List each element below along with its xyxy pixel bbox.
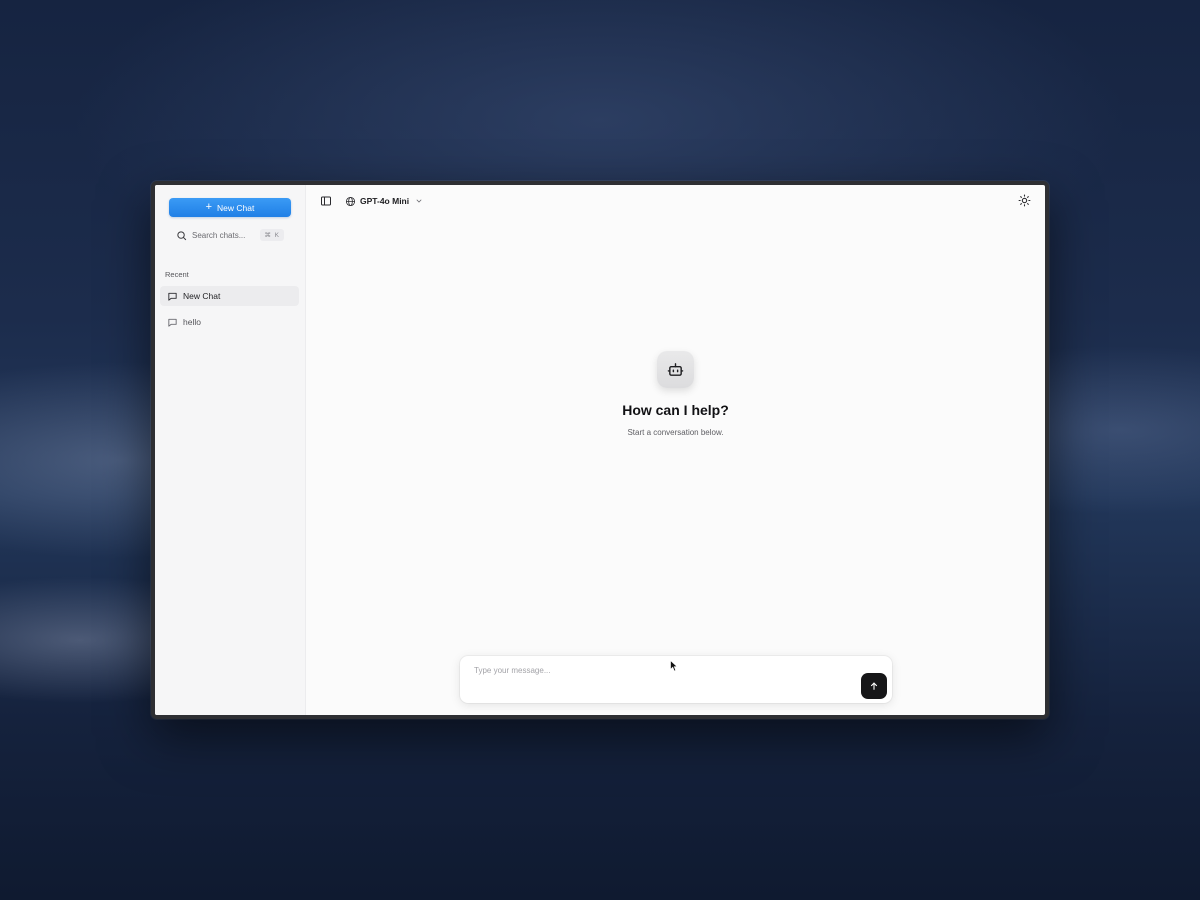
send-button[interactable] [861, 673, 887, 699]
globe-icon [345, 196, 356, 206]
app-window: + New Chat Search chats... ⌘ K Recent Ne… [151, 181, 1049, 719]
sun-icon[interactable] [1018, 194, 1031, 207]
sidebar-toggle-icon[interactable] [320, 195, 332, 207]
model-name: GPT-4o Mini [360, 196, 410, 206]
mouse-cursor-icon [670, 660, 678, 672]
main-panel: GPT-4o Mini How can I help? Start a conv… [306, 185, 1045, 715]
sidebar-item-label: hello [183, 317, 201, 327]
model-selector[interactable]: GPT-4o Mini [345, 193, 423, 209]
chevron-down-icon [416, 199, 422, 203]
chat-app: + New Chat Search chats... ⌘ K Recent Ne… [155, 185, 1045, 715]
message-icon [168, 318, 177, 327]
sidebar-item-new-chat[interactable]: New Chat [160, 286, 299, 306]
search-icon [177, 230, 187, 240]
search-placeholder: Search chats... [192, 230, 246, 240]
hero-title: How can I help? [622, 402, 729, 418]
sidebar-item-label: New Chat [183, 291, 221, 301]
search-chats[interactable]: Search chats... ⌘ K [169, 225, 291, 245]
new-chat-label: New Chat [217, 202, 255, 213]
desktop-background: + New Chat Search chats... ⌘ K Recent Ne… [0, 0, 1200, 900]
bot-icon [667, 363, 684, 376]
message-icon [168, 292, 177, 301]
arrow-up-icon [870, 682, 878, 690]
hero-subtitle: Start a conversation below. [627, 428, 724, 437]
search-shortcut: ⌘ K [260, 229, 284, 241]
recent-section-label: Recent [165, 270, 189, 279]
empty-state: How can I help? Start a conversation bel… [306, 351, 1045, 437]
new-chat-button[interactable]: + New Chat [169, 198, 291, 217]
sidebar: + New Chat Search chats... ⌘ K Recent Ne… [155, 185, 306, 715]
plus-icon: + [205, 200, 213, 213]
bot-avatar [657, 351, 694, 388]
sidebar-item-hello[interactable]: hello [160, 312, 299, 332]
message-input[interactable] [474, 666, 854, 675]
